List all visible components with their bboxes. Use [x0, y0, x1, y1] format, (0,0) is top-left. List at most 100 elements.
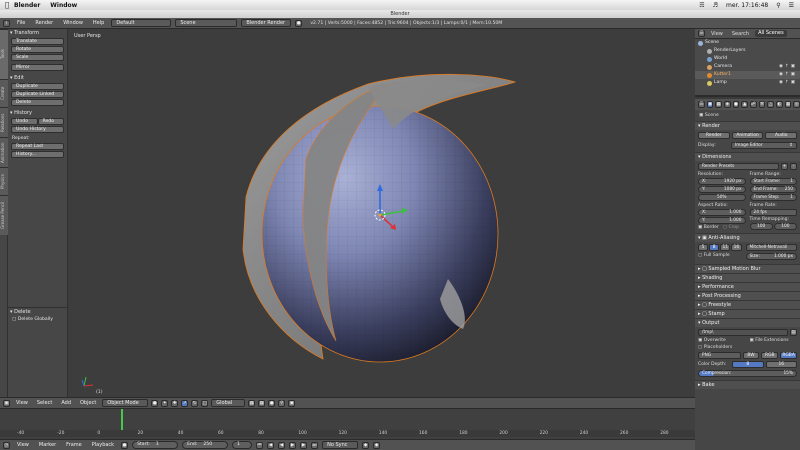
next-key-icon[interactable]: ▶ — [300, 441, 308, 449]
wifi-icon[interactable]: ☴ — [699, 2, 704, 9]
aa-samples-5[interactable]: 5 — [698, 244, 709, 251]
editor-type-icon[interactable]: ▣ — [3, 399, 10, 407]
scene-render[interactable] — [68, 29, 695, 397]
output-panel-header[interactable]: ▾ Output — [695, 318, 800, 327]
outliner-item-kutter1[interactable]: Kutter1 ◉↑▣ — [695, 71, 800, 79]
tab-grease-pencil[interactable]: Grease Pencil — [0, 195, 8, 235]
tab-physics[interactable]: Physics — [0, 167, 8, 195]
history-panel-header[interactable]: ▾ History — [8, 109, 67, 117]
scale-manipulator-icon[interactable]: □ — [201, 399, 209, 407]
bake-panel-header[interactable]: ▸ Bake — [695, 380, 800, 389]
menu-select[interactable]: Select — [34, 400, 55, 406]
menu-add[interactable]: Add — [58, 400, 74, 406]
prev-key-icon[interactable]: ◀ — [267, 441, 275, 449]
output-path-field[interactable]: /tmp\ — [698, 329, 788, 336]
aa-size-field[interactable]: Size: 1.000 px — [745, 253, 797, 260]
rotate-manipulator-icon[interactable]: ↻ — [191, 399, 199, 407]
color-mode-bw[interactable]: BW — [742, 352, 760, 359]
lock-icon[interactable]: ● — [268, 399, 276, 407]
duplicate-button[interactable]: Duplicate — [11, 83, 64, 90]
transform-panel-header[interactable]: ▾ Transform — [8, 29, 67, 37]
anti-aliasing-panel-header[interactable]: ▾ ▣ Anti-Aliasing — [695, 233, 800, 242]
editor-type-icon[interactable]: i — [3, 19, 10, 27]
scene-select[interactable]: Scene — [175, 19, 238, 27]
undo-history-button[interactable]: Undo History — [11, 126, 64, 133]
color-mode-rgb[interactable]: RGB — [761, 352, 779, 359]
delete-button[interactable]: Delete — [11, 99, 64, 106]
translate-button[interactable]: Translate — [11, 38, 64, 45]
world-tab-icon[interactable]: ● — [732, 101, 740, 108]
layers2-icon[interactable]: ▦ — [258, 399, 266, 407]
audio-button[interactable]: Audio — [765, 132, 798, 139]
texture-tab-icon[interactable]: ▦ — [784, 101, 792, 108]
play-reverse-icon[interactable]: ◀ — [278, 441, 286, 449]
post-processing-panel-header[interactable]: ▸ Post Processing — [695, 291, 800, 300]
repeat-history-button[interactable]: History... — [11, 151, 64, 158]
jump-end-icon[interactable]: ⏭ — [311, 441, 319, 449]
time-old-field[interactable]: 100 — [749, 223, 773, 230]
aspect-y-field[interactable]: Y: 1.000 — [698, 217, 746, 224]
outliner-display-select[interactable]: All Scenes — [755, 30, 787, 37]
shading-icon[interactable]: ● — [151, 399, 159, 407]
layers-tab-icon[interactable]: ▦ — [715, 101, 723, 108]
menu-window[interactable]: Window — [60, 20, 86, 26]
editor-type-icon[interactable]: ◷ — [3, 441, 10, 449]
aa-samples-11[interactable]: 11 — [720, 244, 731, 251]
menu-frame[interactable]: Frame — [63, 442, 85, 448]
snap-icon[interactable]: ⚲ — [278, 399, 286, 407]
render-engine-select[interactable]: Blender Render — [241, 19, 292, 27]
app-menu[interactable]: Blender — [14, 2, 40, 9]
render-button[interactable]: Render — [698, 132, 730, 139]
list-icon[interactable]: ☰ — [789, 2, 794, 9]
current-frame-field[interactable]: 1 — [232, 441, 253, 449]
crop-checkbox[interactable]: ▢ Crop — [723, 225, 739, 230]
keying-set-icon[interactable]: ◆ — [373, 441, 381, 449]
render-presets-select[interactable]: Render Presets — [698, 163, 779, 170]
freestyle-panel-header[interactable]: ▸ ▢ Freestyle — [695, 300, 800, 309]
window-menu[interactable]: Window — [50, 2, 77, 9]
color-mode-rgba[interactable]: RGBA — [780, 352, 797, 359]
repeat-last-button[interactable]: Repeat Last — [11, 143, 64, 150]
start-frame-field[interactable]: Start: 1 — [132, 441, 179, 449]
menu-file[interactable]: File — [14, 20, 28, 26]
translate-manipulator-icon[interactable]: ↗ — [181, 399, 189, 407]
tab-create[interactable]: Create — [0, 79, 8, 107]
visibility-icons[interactable]: ◉↑▣ — [779, 63, 797, 71]
timeline[interactable]: -40 -20 0 20 40 60 80 100 120 140 160 180 200 220 240 2… — [0, 408, 695, 439]
color-depth-16[interactable]: 16 — [765, 361, 797, 368]
file-extensions-checkbox[interactable]: ▣ File Extensions — [750, 338, 798, 343]
data-tab-icon[interactable]: △ — [767, 101, 775, 108]
visibility-icons[interactable]: ◉↑▣ — [779, 71, 797, 79]
pivot-icon[interactable]: ✦ — [161, 399, 169, 407]
shading-panel-header[interactable]: ▸ Shading — [695, 273, 800, 282]
motion-blur-panel-header[interactable]: ▸ ▢ Sampled Motion Blur — [695, 264, 800, 273]
menu-playback[interactable]: Playback — [89, 442, 117, 448]
outliner-item-scene[interactable]: Scene — [695, 39, 800, 47]
border-checkbox[interactable]: ▣ Border — [698, 225, 719, 230]
duplicate-linked-button[interactable]: Duplicate Linked — [11, 91, 64, 98]
tab-animation[interactable]: Animation — [0, 137, 8, 167]
outliner-view-menu[interactable]: View — [708, 31, 726, 37]
aa-samples-8[interactable]: 8 — [709, 244, 720, 251]
res-x-field[interactable]: X: 1920 px — [698, 178, 746, 185]
add-preset-icon[interactable]: + — [781, 163, 788, 170]
menu-render[interactable]: Render — [32, 20, 56, 26]
physics-tab-icon[interactable]: ◎ — [793, 101, 800, 108]
object-tab-icon[interactable]: ▲ — [741, 101, 749, 108]
performance-panel-header[interactable]: ▸ Performance — [695, 282, 800, 291]
outliner-type-icon[interactable]: ☰ — [698, 30, 705, 37]
folder-icon[interactable]: ▤ — [790, 329, 797, 336]
render-panel-header[interactable]: ▾ Render — [695, 121, 800, 130]
keyframe-icon[interactable]: ◆ — [362, 441, 370, 449]
modifiers-tab-icon[interactable]: ⚒ — [758, 101, 766, 108]
start-frame-field[interactable]: Start Frame: 1 — [749, 178, 797, 185]
dimensions-panel-header[interactable]: ▾ Dimensions — [695, 152, 800, 161]
tab-tools[interactable]: Tools — [0, 29, 8, 79]
volume-icon[interactable]: ♬ — [713, 2, 718, 9]
aspect-x-field[interactable]: X: 1.000 — [698, 209, 746, 216]
outliner-item-renderlayers[interactable]: RenderLayers — [695, 47, 800, 55]
scale-button[interactable]: Scale — [11, 54, 64, 61]
manipulator-icon[interactable]: ✚ — [171, 399, 179, 407]
screen-layout-select[interactable]: Default — [111, 19, 172, 27]
animation-button[interactable]: Animation — [731, 132, 764, 139]
